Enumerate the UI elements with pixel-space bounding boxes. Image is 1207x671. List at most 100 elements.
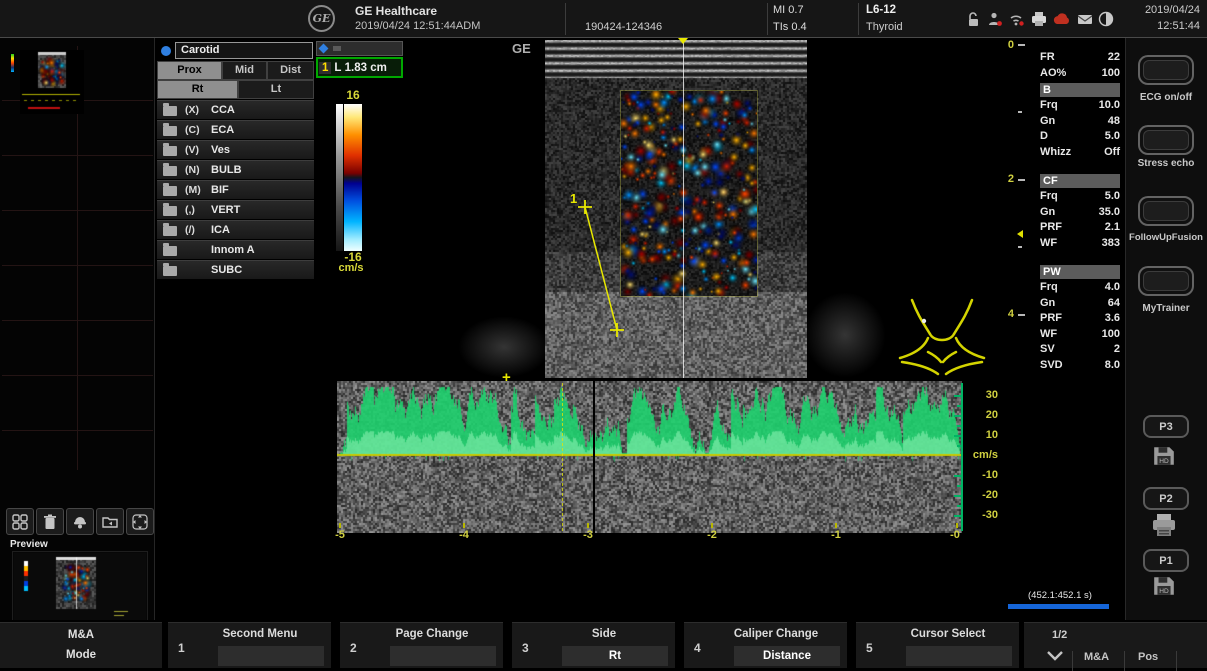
printer-status-icon — [1030, 11, 1048, 27]
depth-tick-label: 2 — [1000, 173, 1014, 185]
grid-view-button[interactable] — [6, 508, 34, 535]
tab-dist[interactable]: Dist — [267, 61, 314, 80]
time-tick-label: -4 — [453, 529, 475, 541]
param-row: Frq5.0 — [1040, 189, 1120, 205]
followup-fusion-button[interactable] — [1138, 196, 1194, 226]
menu-item-eca[interactable]: (C)ECA — [157, 120, 314, 140]
param-label: Gn — [1040, 296, 1055, 312]
softkey-value[interactable]: Rt — [562, 646, 668, 666]
softkey-value[interactable]: Distance — [734, 646, 840, 666]
softkey-value[interactable] — [906, 646, 1012, 666]
softkey-2-page-change[interactable]: 2 Page Change — [340, 622, 503, 668]
softkey-number: 3 — [522, 641, 529, 655]
ecg-button[interactable] — [1138, 55, 1194, 85]
colorbar-unit: cm/s — [336, 262, 366, 274]
axis-tick — [954, 395, 962, 397]
menu-item-cca[interactable]: (X)CCA — [157, 100, 314, 120]
menu-item-key: (N) — [185, 164, 200, 176]
time-tick — [587, 523, 589, 528]
param-value: 5.0 — [1105, 129, 1120, 145]
image-orientation-label: GE — [512, 41, 531, 56]
axis-tick — [957, 505, 962, 507]
menu-item-innom-a[interactable]: Innom A — [157, 240, 314, 260]
focus-marker[interactable] — [1017, 230, 1023, 238]
softkey-3-side[interactable]: 3 Side Rt — [512, 622, 675, 668]
param-value: 3.6 — [1105, 311, 1120, 327]
param-label: FR — [1040, 50, 1055, 66]
chevron-down-icon[interactable] — [1046, 649, 1064, 663]
softkey-value[interactable] — [390, 646, 496, 666]
param-section-pw: PW — [1040, 265, 1120, 279]
mail-icon — [1076, 11, 1094, 27]
tab-mid[interactable]: Mid — [222, 61, 267, 80]
depth-tick-label: 0 — [1000, 39, 1014, 51]
param-label: Frq — [1040, 98, 1058, 114]
softkey-value[interactable] — [218, 646, 324, 666]
param-value: 48 — [1108, 114, 1120, 130]
spectrum-cursor-cross[interactable]: + — [502, 369, 511, 386]
top-status-bar: GE GE Healthcare 2019/04/24 12:51:44ADM … — [0, 0, 1207, 38]
mytrainer-button[interactable] — [1138, 266, 1194, 296]
param-label: WF — [1040, 327, 1057, 343]
save-hd-icon: HD — [1152, 575, 1176, 597]
menu-item-bif[interactable]: (M)BIF — [157, 180, 314, 200]
softkey-4-caliper-change[interactable]: 4 Caliper Change Distance — [684, 622, 847, 668]
menu-item-ica[interactable]: (/)ICA — [157, 220, 314, 240]
axis-tick — [957, 485, 962, 487]
folder-icon — [163, 106, 177, 116]
p3-button[interactable]: P3 — [1143, 415, 1189, 438]
distance-caliper[interactable] — [555, 188, 645, 343]
param-label: Whizz — [1040, 145, 1071, 161]
axis-tick — [957, 445, 962, 447]
menu-item-ves[interactable]: (V)Ves — [157, 140, 314, 160]
tab-ma[interactable]: M&A — [1084, 651, 1109, 663]
stress-echo-button[interactable] — [1138, 125, 1194, 155]
param-label: PRF — [1040, 220, 1062, 236]
tab-left-side[interactable]: Lt — [238, 80, 314, 99]
axis-tick — [954, 475, 962, 477]
save-hd-icon: HD — [1152, 445, 1176, 467]
export-folder-button[interactable] — [96, 508, 124, 535]
softkey-1-second-menu[interactable]: 1 Second Menu — [168, 622, 331, 668]
param-value: 100 — [1102, 66, 1120, 82]
clipboard-sidebar: Preview — [0, 38, 155, 620]
menu-item-subc[interactable]: SUBC — [157, 260, 314, 280]
menu-item-vert[interactable]: (,)VERT — [157, 200, 314, 220]
menu-item-key: (M) — [185, 184, 201, 196]
param-row: AO%100 — [1040, 66, 1120, 82]
axis-tick — [957, 405, 962, 407]
velocity-tick-label: 30 — [968, 389, 998, 401]
time-tick-label: -1 — [825, 529, 847, 541]
beam-center-line — [683, 40, 684, 378]
spectrum-time-cursor[interactable] — [562, 383, 563, 531]
mi-readout: MI 0.7 — [773, 4, 804, 16]
softmenu-bar: M&A Mode 1 Second Menu 2 Page Change 3 S… — [0, 620, 1207, 668]
time-tick-label: -0 — [944, 529, 966, 541]
p1-button[interactable]: P1 — [1143, 549, 1189, 572]
brand-title: GE Healthcare — [355, 4, 437, 18]
tab-right-side[interactable]: Rt — [157, 80, 238, 99]
param-value: 8.0 — [1105, 358, 1120, 374]
clipboard-thumbnail[interactable] — [20, 50, 84, 114]
tab-pos[interactable]: Pos — [1138, 651, 1158, 663]
probe-name: L6-12 — [866, 4, 896, 16]
exam-datetime: 2019/04/24 12:51:44ADM — [355, 20, 480, 32]
clock-date: 2019/04/24 — [1120, 4, 1200, 16]
time-tick — [956, 523, 958, 528]
delete-button[interactable] — [36, 508, 64, 535]
softmenu-pager-section: 1/2 M&A Pos — [1024, 622, 1207, 668]
camera-button[interactable] — [66, 508, 94, 535]
softkey-5-cursor-select[interactable]: 5 Cursor Select — [856, 622, 1019, 668]
spectral-doppler-strip[interactable] — [337, 381, 962, 533]
p2-button[interactable]: P2 — [1143, 487, 1189, 510]
imaging-parameters: FR22 AO%100 B Frq10.0 Gn48 D5.0 WhizzOff… — [1040, 50, 1120, 373]
param-section-b: B — [1040, 83, 1120, 97]
velocity-tick-label: -20 — [968, 489, 998, 501]
softmenu-page-indicator: 1/2 — [1052, 629, 1067, 641]
loop-progress-bar[interactable] — [1008, 604, 1109, 609]
tab-prox[interactable]: Prox — [157, 61, 222, 80]
mode-section[interactable]: M&A Mode — [0, 622, 162, 668]
result-index: 1 — [319, 62, 331, 74]
move-button[interactable] — [126, 508, 154, 535]
menu-item-bulb[interactable]: (N)BULB — [157, 160, 314, 180]
